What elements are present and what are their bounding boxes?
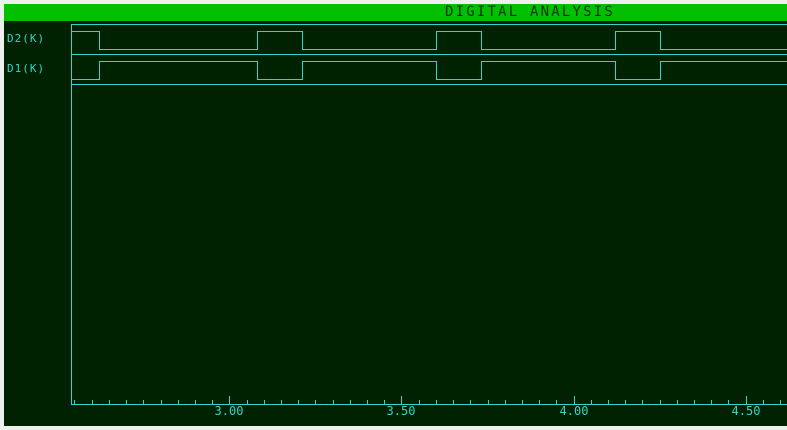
x-tick-label: 3.50 <box>386 404 416 418</box>
x-tick-label: 4.00 <box>559 404 589 418</box>
signal-trace-d2k <box>71 31 787 50</box>
analysis-screen: DIGITAL ANALYSIS D2(K) D1(K) 3.00 3.50 4.0… <box>4 4 787 426</box>
signal-traces <box>71 31 787 80</box>
x-tick-label: 4.50 <box>731 404 761 418</box>
signal-trace-d1k <box>71 61 787 80</box>
x-tick-label: 3.00 <box>214 404 244 418</box>
x-axis-ticks <box>74 396 781 404</box>
plot-frame <box>71 24 787 405</box>
digital-plot <box>71 24 787 405</box>
